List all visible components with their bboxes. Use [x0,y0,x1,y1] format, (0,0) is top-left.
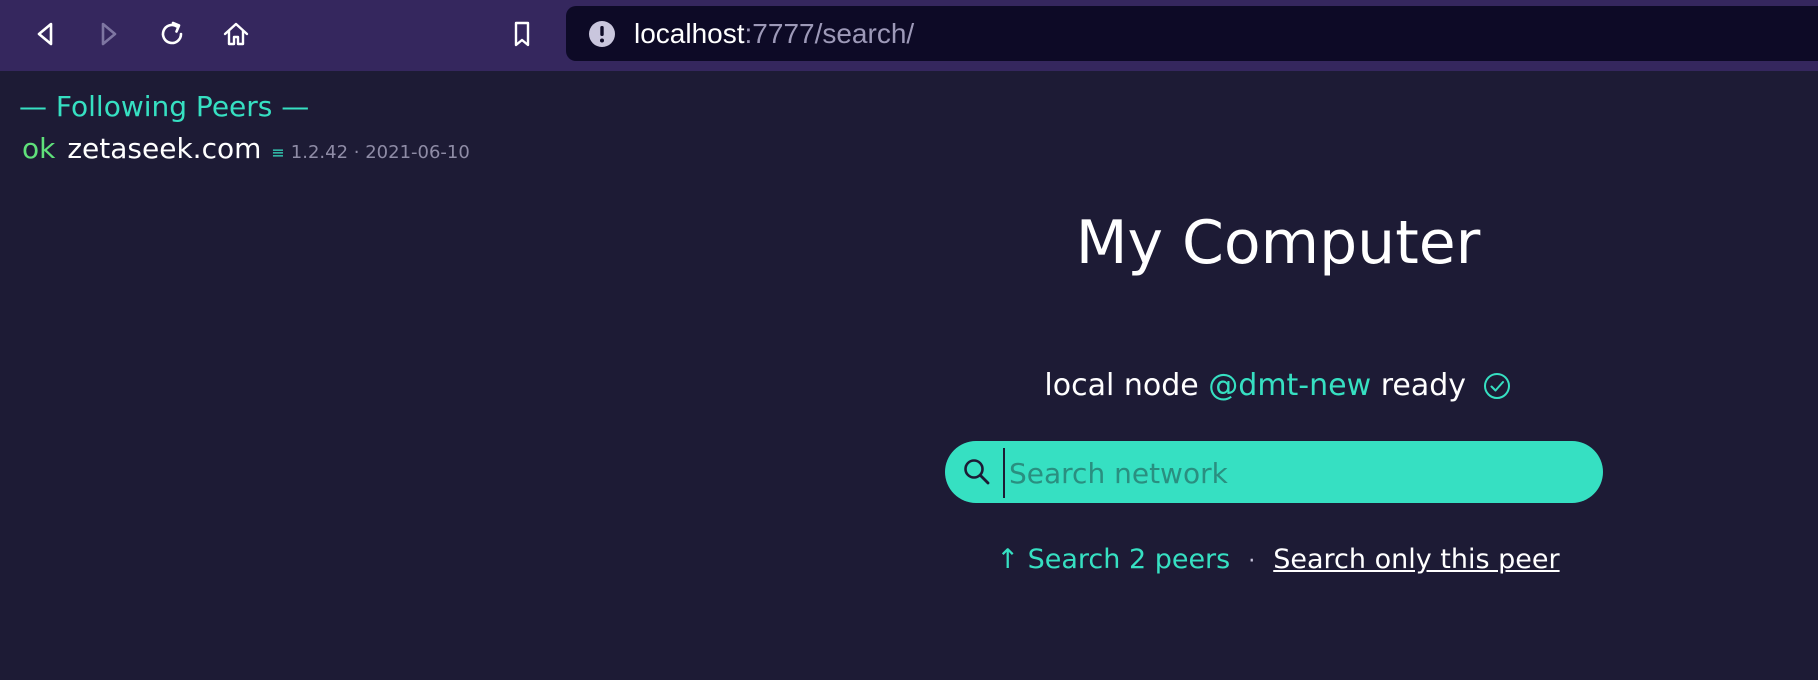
search-scope-links: ↑ Search 2 peers · Search only this peer [940,544,1616,575]
url-host: localhost [634,18,745,49]
forward-button[interactable] [88,14,128,54]
search-icon [964,459,990,485]
check-circle-icon [1483,373,1510,399]
back-button[interactable] [26,14,66,54]
search-this-peer-link[interactable]: Search only this peer [1273,544,1559,575]
home-button[interactable] [216,14,256,54]
forward-icon [101,22,117,46]
peer-menu-icon[interactable]: ≡ [271,143,284,162]
peer-row: ok zetaseek.com ≡ 1.2.42 · 2021-06-10 [22,132,470,165]
search-input[interactable] [1003,448,1591,498]
peer-status: ok [22,132,56,165]
peer-host-link[interactable]: zetaseek.com [67,132,261,165]
browser-toolbar: localhost:7777/search/ [0,0,1818,71]
following-peers-heading: — Following Peers — [19,90,310,123]
node-status: local node @dmt-new ready [940,368,1616,403]
page-title: My Computer [1075,208,1481,278]
status-prefix: local node [1044,368,1199,403]
bookmark-icon [514,21,530,47]
search-box [945,441,1603,503]
node-name-link[interactable]: @dmt-new [1208,368,1371,403]
url-text[interactable]: localhost:7777/search/ [634,6,914,61]
address-bar[interactable]: localhost:7777/search/ [566,6,1818,61]
url-path: :7777/search/ [744,18,915,49]
status-suffix: ready [1380,368,1467,403]
search-peers-link[interactable]: ↑ Search 2 peers [996,544,1230,575]
link-separator: · [1248,549,1256,574]
back-icon [37,22,53,46]
reload-icon [161,21,183,45]
site-info-icon[interactable] [588,20,616,48]
peer-meta: 1.2.42 · 2021-06-10 [290,142,470,163]
reload-button[interactable] [152,14,192,54]
bookmark-button[interactable] [502,14,542,54]
home-icon [223,22,249,46]
